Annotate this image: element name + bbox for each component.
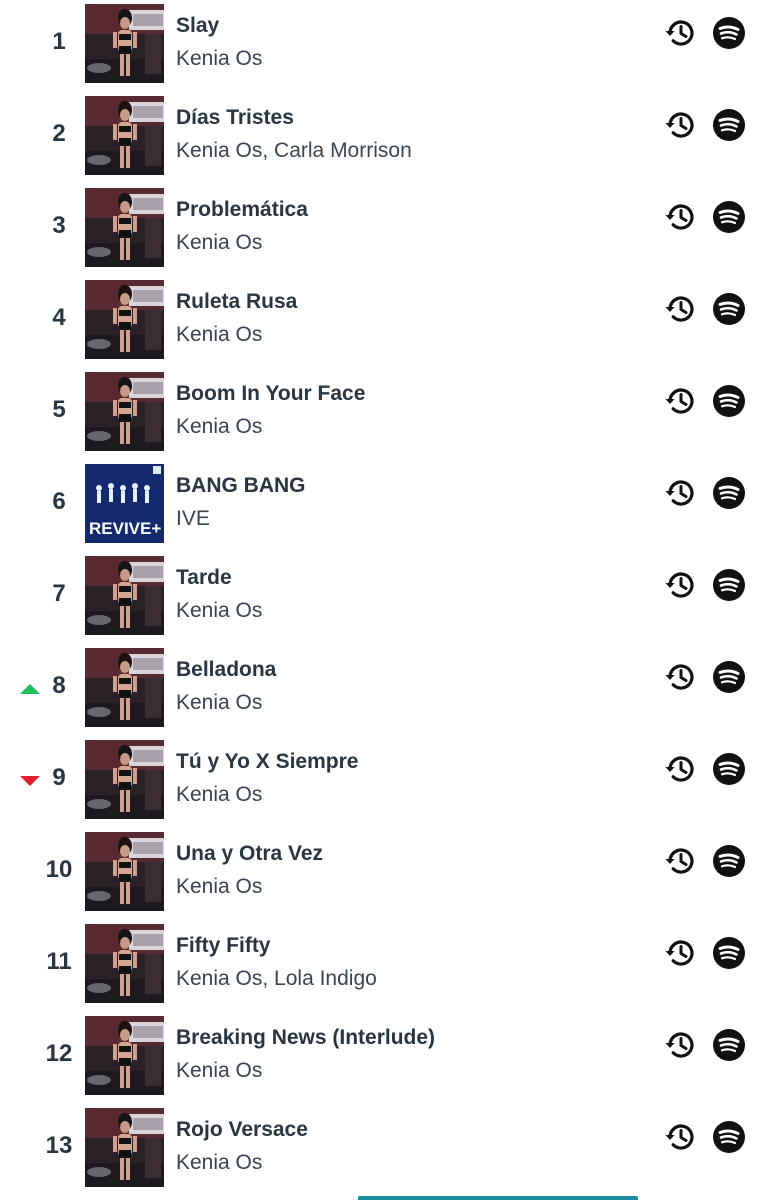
album-cover[interactable] (85, 1108, 164, 1187)
track-artist[interactable]: IVE (176, 507, 210, 531)
track-artist[interactable]: Kenia Os (176, 691, 262, 715)
track-rank: 3 (52, 212, 66, 239)
album-cover[interactable] (85, 372, 164, 451)
track-title[interactable]: Breaking News (Interlude) (176, 1026, 435, 1050)
track-row[interactable]: 8 Belladona Kenia Os (0, 644, 770, 736)
track-rank: 6 (52, 488, 66, 515)
spotify-icon[interactable] (711, 1119, 747, 1155)
history-icon[interactable] (662, 475, 698, 511)
track-title[interactable]: Tarde (176, 566, 232, 590)
track-row[interactable]: 3 Problemática Kenia Os (0, 184, 770, 276)
album-cover[interactable] (85, 1016, 164, 1095)
track-row[interactable]: 10 Una y Otra Vez Kenia Os (0, 828, 770, 920)
album-cover[interactable] (85, 280, 164, 359)
track-artist[interactable]: Kenia Os (176, 47, 262, 71)
album-cover[interactable] (85, 556, 164, 635)
track-title[interactable]: BANG BANG (176, 474, 306, 498)
spotify-icon[interactable] (711, 199, 747, 235)
track-artist[interactable]: Kenia Os (176, 783, 262, 807)
track-title[interactable]: Boom In Your Face (176, 382, 365, 406)
track-title[interactable]: Días Tristes (176, 106, 294, 130)
spotify-icon[interactable] (711, 475, 747, 511)
album-cover[interactable] (85, 740, 164, 819)
history-icon[interactable] (662, 1027, 698, 1063)
history-icon[interactable] (662, 15, 698, 51)
track-artist[interactable]: Kenia Os (176, 415, 262, 439)
track-title[interactable]: Ruleta Rusa (176, 290, 297, 314)
track-row[interactable]: 12 Breaking News (Interlude) Kenia Os (0, 1012, 770, 1104)
track-row[interactable]: 5 Boom In Your Face Kenia Os (0, 368, 770, 460)
history-icon[interactable] (662, 567, 698, 603)
spotify-icon[interactable] (711, 659, 747, 695)
album-cover[interactable] (85, 924, 164, 1003)
track-rank: 10 (45, 856, 73, 883)
track-artist[interactable]: Kenia Os (176, 323, 262, 347)
track-artist[interactable]: Kenia Os, Carla Morrison (176, 139, 412, 163)
track-row[interactable]: 11 Fifty Fifty Kenia Os, Lola Indigo (0, 920, 770, 1012)
track-rank: 1 (52, 28, 66, 55)
track-title[interactable]: Belladona (176, 658, 276, 682)
track-list: 1 Slay Kenia Os 2 Días Tristes Kenia Os, C… (0, 0, 770, 1196)
history-icon[interactable] (662, 107, 698, 143)
album-cover[interactable]: REVIVE+ (85, 464, 164, 543)
spotify-icon[interactable] (711, 383, 747, 419)
track-artist[interactable]: Kenia Os (176, 1059, 262, 1083)
track-row[interactable]: 7 Tarde Kenia Os (0, 552, 770, 644)
track-artist[interactable]: Kenia Os (176, 1151, 262, 1175)
track-row[interactable]: 9 Tú y Yo X Siempre Kenia Os (0, 736, 770, 828)
history-icon[interactable] (662, 935, 698, 971)
track-title[interactable]: Problemática (176, 198, 308, 222)
history-icon[interactable] (662, 659, 698, 695)
spotify-icon[interactable] (711, 843, 747, 879)
history-icon[interactable] (662, 199, 698, 235)
history-icon[interactable] (662, 383, 698, 419)
spotify-icon[interactable] (711, 567, 747, 603)
track-row[interactable]: 6 REVIVE+ BANG BANG IVE (0, 460, 770, 552)
album-cover[interactable] (85, 188, 164, 267)
track-artist[interactable]: Kenia Os, Lola Indigo (176, 967, 377, 991)
track-title[interactable]: Rojo Versace (176, 1118, 308, 1142)
spotify-icon[interactable] (711, 1027, 747, 1063)
spotify-icon[interactable] (711, 107, 747, 143)
track-rank: 9 (52, 764, 66, 791)
album-cover[interactable] (85, 832, 164, 911)
track-rank: 5 (52, 396, 66, 423)
scroll-indicator (358, 1196, 638, 1200)
track-row[interactable]: 13 Rojo Versace Kenia Os (0, 1104, 770, 1196)
track-rank: 12 (45, 1040, 73, 1067)
track-title[interactable]: Una y Otra Vez (176, 842, 323, 866)
track-rank: 11 (46, 948, 72, 975)
album-cover[interactable] (85, 648, 164, 727)
track-rank: 8 (52, 672, 66, 699)
track-rank: 7 (52, 580, 66, 607)
track-artist[interactable]: Kenia Os (176, 599, 262, 623)
track-rank: 4 (52, 304, 66, 331)
track-row[interactable]: 2 Días Tristes Kenia Os, Carla Morrison (0, 92, 770, 184)
spotify-icon[interactable] (711, 935, 747, 971)
track-rank: 13 (45, 1132, 73, 1159)
track-title[interactable]: Fifty Fifty (176, 934, 271, 958)
history-icon[interactable] (662, 1119, 698, 1155)
spotify-icon[interactable] (711, 15, 747, 51)
history-icon[interactable] (662, 291, 698, 327)
spotify-icon[interactable] (711, 291, 747, 327)
history-icon[interactable] (662, 843, 698, 879)
history-icon[interactable] (662, 751, 698, 787)
track-artist[interactable]: Kenia Os (176, 231, 262, 255)
track-row[interactable]: 4 Ruleta Rusa Kenia Os (0, 276, 770, 368)
album-cover[interactable] (85, 96, 164, 175)
track-rank: 2 (52, 120, 66, 147)
spotify-icon[interactable] (711, 751, 747, 787)
track-artist[interactable]: Kenia Os (176, 875, 262, 899)
track-title[interactable]: Slay (176, 14, 219, 38)
track-row[interactable]: 1 Slay Kenia Os (0, 0, 770, 92)
track-title[interactable]: Tú y Yo X Siempre (176, 750, 358, 774)
svg-text:REVIVE+: REVIVE+ (89, 519, 161, 538)
album-cover[interactable] (85, 4, 164, 83)
